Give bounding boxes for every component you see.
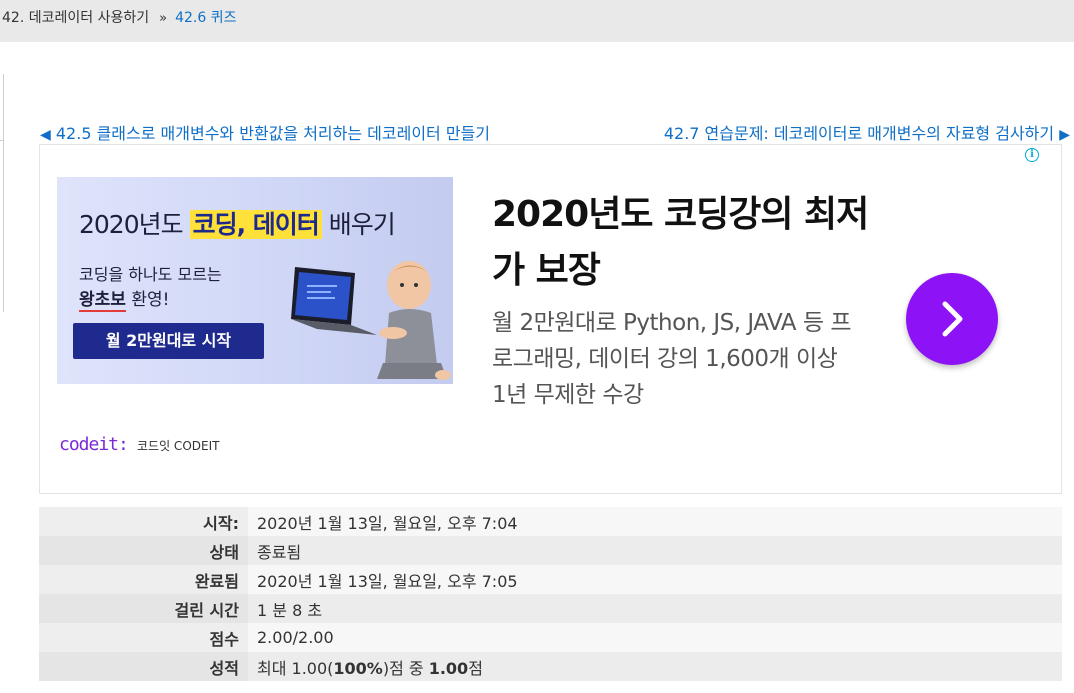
laptop-illustration [291, 267, 377, 335]
codeit-logo[interactable]: codeit: [59, 434, 129, 455]
banner-subtitle-2: 왕초보 환영! [79, 285, 170, 312]
summary-row-completed: 완료됨 2020년 1월 13일, 월요일, 오후 7:05 [39, 565, 1062, 594]
advertisement[interactable]: i 2020년도 코딩, 데이터 배우기 코딩을 하나도 모르는 왕초보 환영!… [39, 144, 1062, 494]
ad-open-button[interactable] [906, 273, 998, 365]
breadcrumb: 42. 데코레이터 사용하기 » 42.6 퀴즈 [0, 0, 1074, 42]
breadcrumb-current[interactable]: 42.6 퀴즈 [175, 10, 236, 26]
next-arrow-icon: ▶ [1059, 127, 1070, 143]
summary-label: 완료됨 [39, 565, 248, 594]
breadcrumb-parent[interactable]: 42. 데코레이터 사용하기 [2, 10, 149, 26]
section-navigation: ◀ 42.5 클래스로 매개변수와 반환값을 처리하는 데코레이터 만들기 42… [40, 118, 1070, 146]
summary-row-time-taken: 걸린 시간 1 분 8 초 [39, 594, 1062, 623]
summary-label: 걸린 시간 [39, 594, 248, 623]
prev-arrow-icon: ◀ [40, 127, 51, 143]
ad-banner-image[interactable]: 2020년도 코딩, 데이터 배우기 코딩을 하나도 모르는 왕초보 환영! 월… [57, 177, 453, 384]
grade-middle: )점 중 [382, 658, 429, 678]
prev-section-link[interactable]: ◀ 42.5 클래스로 매개변수와 반환값을 처리하는 데코레이터 만들기 [40, 120, 490, 144]
banner-title-highlight: 코딩, 데이터 [189, 210, 322, 239]
quiz-summary-table: 시작: 2020년 1월 13일, 월요일, 오후 7:04 상태 종료됨 완료… [39, 507, 1062, 681]
summary-value: 최대 1.00(100%)점 중 1.00점 [248, 652, 1062, 681]
banner-title-pre: 2020년도 [79, 210, 190, 239]
prev-section-label: 42.5 클래스로 매개변수와 반환값을 처리하는 데코레이터 만들기 [55, 124, 491, 143]
grade-prefix: 최대 1.00( [257, 658, 334, 678]
ad-body-text: 월 2만원대로 Python, JS, JAVA 등 프로그래밍, 데이터 강의… [492, 310, 852, 408]
banner-cta: 월 2만원대로 시작 [73, 323, 264, 359]
summary-value: 2020년 1월 13일, 월요일, 오후 7:04 [248, 507, 1062, 536]
summary-label: 상태 [39, 536, 248, 565]
grade-score: 1.00 [428, 658, 469, 678]
summary-label: 점수 [39, 623, 248, 652]
breadcrumb-separator: » [159, 11, 168, 26]
banner-title: 2020년도 코딩, 데이터 배우기 [79, 205, 396, 241]
grade-percent: 100% [333, 658, 383, 678]
next-section-link[interactable]: 42.7 연습문제: 데코레이터로 매개변수의 자료형 검사하기 ▶ [664, 120, 1070, 144]
summary-value: 2.00/2.00 [248, 623, 1062, 652]
baby-illustration [377, 261, 451, 380]
banner-subtitle-1: 코딩을 하나도 모르는 [79, 265, 222, 284]
next-section-label: 42.7 연습문제: 데코레이터로 매개변수의 자료형 검사하기 [663, 124, 1055, 143]
summary-value: 종료됨 [248, 536, 1062, 565]
banner-subtitle-emphasis: 왕초보 [79, 290, 126, 312]
left-sidebar-edge [0, 74, 4, 312]
sidebar-divider [0, 140, 4, 141]
grade-suffix: 점 [468, 658, 483, 678]
chevron-right-icon [942, 301, 963, 337]
summary-row-grade: 성적 최대 1.00(100%)점 중 1.00점 [39, 652, 1062, 681]
summary-value: 2020년 1월 13일, 월요일, 오후 7:05 [248, 565, 1062, 594]
summary-row-started: 시작: 2020년 1월 13일, 월요일, 오후 7:04 [39, 507, 1062, 536]
banner-subtitle-rest: 환영! [125, 290, 170, 310]
summary-row-status: 상태 종료됨 [39, 536, 1062, 565]
summary-value: 1 분 8 초 [248, 594, 1062, 623]
banner-title-post: 배우기 [321, 210, 396, 239]
summary-label: 성적 [39, 652, 248, 681]
ad-info-icon[interactable]: i [1025, 148, 1039, 162]
summary-row-marks: 점수 2.00/2.00 [39, 623, 1062, 652]
ad-headline[interactable]: 2020년도 코딩강의 최저가 보장 [492, 187, 872, 299]
summary-label: 시작: [39, 507, 248, 536]
ad-brand-name[interactable]: 코드잇 CODEIT [137, 437, 219, 454]
